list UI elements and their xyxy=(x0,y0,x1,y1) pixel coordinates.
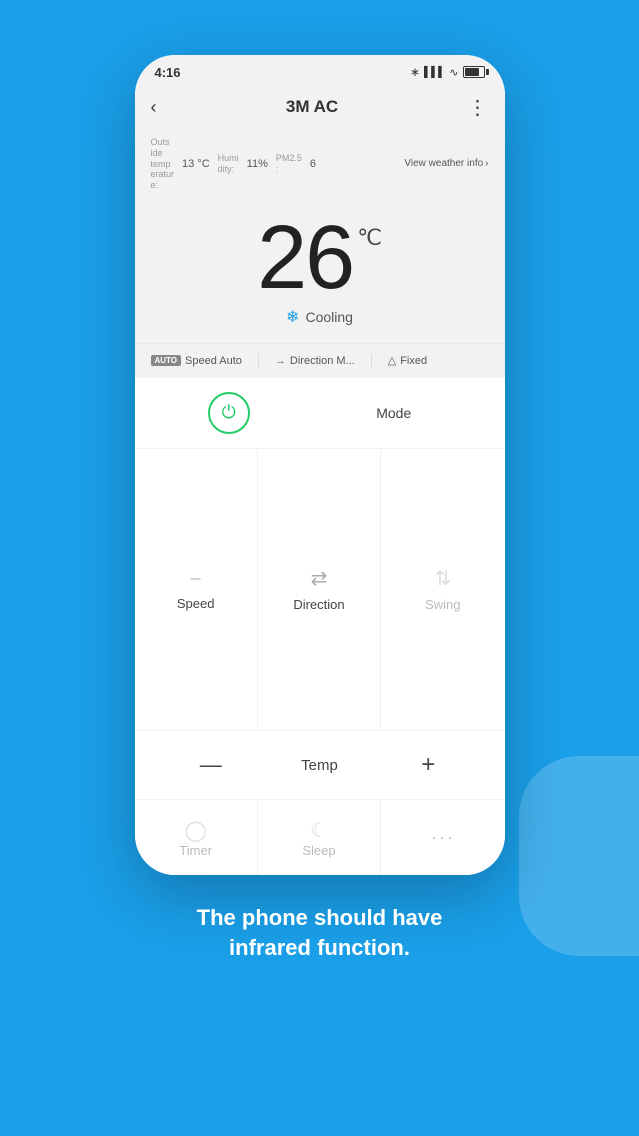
page-title: 3M AC xyxy=(286,97,338,117)
more-button[interactable]: ⋮ xyxy=(467,95,488,120)
direction-label: Direction xyxy=(293,597,344,612)
humidity-label: Humidity: xyxy=(218,153,239,175)
snowflake-icon: ❄ xyxy=(286,307,299,327)
direction-label: Direction M... xyxy=(290,355,355,367)
swing-cell[interactable]: ⇅ Swing xyxy=(381,449,504,731)
sleep-cell[interactable]: ☾ Sleep xyxy=(258,800,381,875)
phone-frame: 4:16 ∗ ▌▌▌ ∿ ‹ 3M AC ⋮ Outsidetemperatur… xyxy=(135,55,505,875)
bg-decoration xyxy=(519,756,639,956)
controls-grid: ⎯ Speed ⇄ Direction ⇅ Swing xyxy=(135,449,505,731)
outside-temp-value: 13 °C xyxy=(182,158,210,170)
direction-arrow: → xyxy=(275,355,286,367)
footer-text: The phone should have infrared function. xyxy=(157,903,483,962)
power-mode-row: ⏻ Mode xyxy=(135,378,505,449)
mode-button[interactable]: Mode xyxy=(356,397,431,429)
sleep-label: Sleep xyxy=(302,843,335,858)
more-cell[interactable]: ··· xyxy=(381,800,504,875)
fixed-icon: △ xyxy=(388,354,396,367)
status-divider-2 xyxy=(371,354,372,368)
status-time: 4:16 xyxy=(155,65,181,80)
bottom-grid: ◯ Timer ☾ Sleep ··· xyxy=(135,800,505,875)
auto-tag: AUTO xyxy=(151,355,182,366)
temp-plus-button[interactable]: + xyxy=(406,743,450,787)
minus-icon: — xyxy=(200,752,222,778)
controls-area: ⏻ Mode ⎯ Speed ⇄ Direction ⇅ Swing — xyxy=(135,378,505,875)
more-dots-label: ··· xyxy=(431,827,455,848)
plus-icon: + xyxy=(421,751,435,779)
outside-temp-item: Outsidetemperature: xyxy=(151,137,175,191)
sleep-icon: ☾ xyxy=(310,818,328,843)
speed-section: AUTO Speed Auto xyxy=(151,355,242,367)
pm-item: PM2.5: xyxy=(276,153,302,175)
speed-cell[interactable]: ⎯ Speed xyxy=(135,449,258,731)
swing-label: Swing xyxy=(425,597,460,612)
outside-temp-label: Outsidetemperature: xyxy=(151,137,175,191)
direction-icon: ⇄ xyxy=(311,566,328,591)
power-button[interactable]: ⏻ xyxy=(208,392,250,434)
speed-label: Speed xyxy=(177,596,215,611)
direction-cell[interactable]: ⇄ Direction xyxy=(258,449,381,731)
wifi-icon: ∿ xyxy=(449,66,458,79)
status-bar: 4:16 ∗ ▌▌▌ ∿ xyxy=(135,55,505,85)
footer-line2: infrared function. xyxy=(229,935,410,960)
temp-number: 26 xyxy=(257,213,353,303)
ac-status-bar: AUTO Speed Auto → Direction M... △ Fixed xyxy=(135,343,505,378)
status-icons: ∗ ▌▌▌ ∿ xyxy=(410,65,485,79)
humidity-value: 11% xyxy=(247,158,268,170)
view-weather-button[interactable]: View weather info › xyxy=(404,158,488,169)
power-icon: ⏻ xyxy=(222,402,236,423)
fixed-label: Fixed xyxy=(400,355,427,367)
swing-icon: ⇅ xyxy=(434,566,451,591)
bluetooth-icon: ∗ xyxy=(410,65,420,79)
humidity-item: Humidity: xyxy=(218,153,239,175)
battery-icon xyxy=(463,66,485,78)
speed-label: Speed Auto xyxy=(185,355,242,367)
temp-control-row: — Temp + xyxy=(135,731,505,800)
top-nav: ‹ 3M AC ⋮ xyxy=(135,85,505,129)
fixed-section: △ Fixed xyxy=(388,354,427,367)
direction-section: → Direction M... xyxy=(275,355,355,367)
mode-label: Cooling xyxy=(305,309,352,325)
temp-unit: ℃ xyxy=(357,225,382,251)
pm-label: PM2.5: xyxy=(276,153,302,175)
footer-line1: The phone should have xyxy=(197,905,443,930)
weather-card: Outsidetemperature: 13 °C Humidity: 11% … xyxy=(135,129,505,203)
timer-label: Timer xyxy=(179,843,212,858)
speed-icon: ⎯ xyxy=(191,567,201,590)
back-button[interactable]: ‹ xyxy=(151,97,157,118)
mode-row: ❄ Cooling xyxy=(286,307,353,327)
status-divider xyxy=(258,354,259,368)
temperature-display: 26 ℃ ❄ Cooling xyxy=(135,203,505,343)
temp-row: 26 ℃ xyxy=(257,213,382,303)
temp-minus-button[interactable]: — xyxy=(189,743,233,787)
timer-icon: ◯ xyxy=(184,818,206,843)
signal-icon: ▌▌▌ xyxy=(424,67,445,78)
timer-cell[interactable]: ◯ Timer xyxy=(135,800,258,875)
pm-value: 6 xyxy=(310,158,316,170)
temp-center-label: Temp xyxy=(301,757,338,774)
